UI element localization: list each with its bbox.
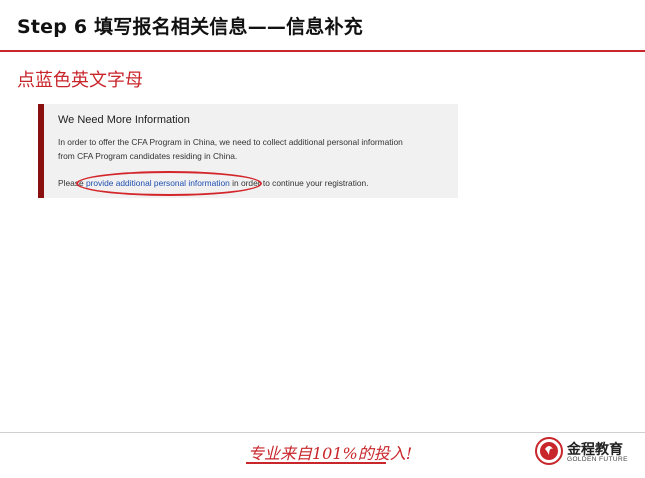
- brand-name-en: GOLDEN FUTURE: [567, 456, 628, 463]
- panel-line-2: from CFA Program candidates residing in …: [58, 151, 238, 161]
- panel-heading: We Need More Information: [58, 114, 190, 126]
- instruction-text: 点蓝色英文字母: [17, 70, 143, 91]
- footer-slogan: 专业来自101%的投入!: [248, 444, 413, 463]
- slide-header: Step 6 填写报名相关信息——信息补充: [0, 0, 645, 52]
- panel-line-1: In order to offer the CFA Program in Chi…: [58, 137, 403, 147]
- highlight-oval: [76, 171, 262, 196]
- slide-title: Step 6 填写报名相关信息——信息补充: [17, 16, 363, 38]
- brand-logo-icon: [535, 437, 563, 465]
- footer-divider: [0, 432, 645, 433]
- slogan-underline: [246, 462, 386, 464]
